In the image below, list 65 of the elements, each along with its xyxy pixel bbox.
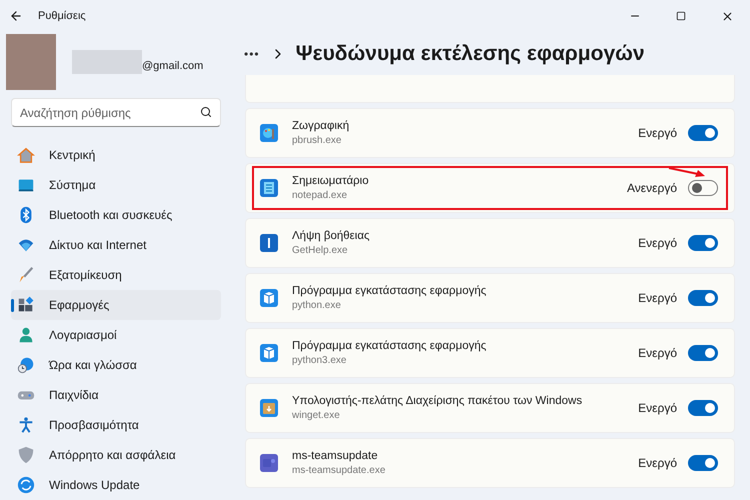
paintbrush-icon: [17, 266, 35, 284]
toggle-state-label: Ενεργό: [638, 125, 677, 142]
sidebar-item[interactable]: Προσβασιμότητα: [11, 410, 221, 440]
toggle-state-label: Ενεργό: [638, 455, 677, 472]
sidebar-item[interactable]: Σύστημα: [11, 170, 221, 200]
app-name: Σημειωματάριο: [292, 174, 369, 188]
house-icon: [17, 146, 35, 164]
toggle-switch[interactable]: [688, 345, 718, 361]
sidebar-item[interactable]: Ώρα και γλώσσα: [11, 350, 221, 380]
app-name: Πρόγραμμα εγκατάστασης εφαρμογής: [292, 284, 486, 298]
app-name: Πρόγραμμα εγκατάστασης εφαρμογής: [292, 338, 486, 354]
box-icon: [260, 399, 278, 417]
shield-icon: [17, 446, 35, 464]
person-icon: [17, 326, 35, 344]
sidebar-item[interactable]: Κεντρική: [11, 140, 221, 170]
globe-clock-icon: [17, 356, 35, 374]
exe-name: python.exe: [292, 298, 342, 312]
package-icon: [260, 289, 278, 307]
toggle-state-label: Ενεργό: [638, 345, 677, 362]
app-name: Λήψη βοήθειας: [292, 228, 370, 244]
search-field[interactable]: Αναζήτηση ρύθμισης: [11, 98, 221, 127]
app-name: ms-teamsupdate: [292, 448, 379, 464]
avatar-placeholder: [6, 34, 56, 90]
page-title: Ψευδώνυμα εκτέλεσης εφαρμογών: [296, 40, 645, 67]
maximize-icon: [676, 11, 686, 21]
sidebar-item[interactable]: Windows Update: [11, 470, 221, 500]
arrow-icon: [668, 166, 706, 178]
apps-icon: [17, 296, 35, 314]
search-icon: [200, 106, 212, 118]
window-title: Ρυθμίσεις: [38, 8, 86, 24]
toggle-switch[interactable]: [688, 180, 718, 196]
toggle-switch[interactable]: [688, 400, 718, 416]
exe-name: notepad.exe: [292, 188, 348, 202]
exe-name: winget.exe: [292, 408, 341, 422]
sidebar-item[interactable]: Απόρρητο και ασφάλεια: [11, 440, 221, 470]
toggle-state-label: Ανενεργό: [627, 180, 677, 197]
exe-name: python3.exe: [292, 354, 348, 368]
account-email: @gmail.com: [142, 59, 204, 74]
update-icon: [17, 476, 35, 494]
exe-name: ms-teamsupdate.exe: [292, 464, 386, 478]
close-icon: [720, 10, 734, 22]
sidebar-item[interactable]: Bluetooth και συσκευές: [11, 200, 221, 230]
sidebar-item[interactable]: Λογαριασμοί: [11, 320, 221, 350]
notepad-icon: [260, 179, 278, 197]
toggle-state-label: Ενεργό: [638, 400, 677, 417]
app-name: Υπολογιστής-πελάτης Διαχείρισης πακέτου των Windows: [292, 394, 582, 408]
palette-icon: [260, 124, 278, 142]
toggle-state-label: Ενεργό: [638, 290, 677, 307]
toggle-switch[interactable]: [688, 125, 718, 141]
accessibility-icon: [17, 416, 35, 434]
teams-icon: [260, 454, 278, 472]
sidebar-item[interactable]: Εξατομίκευση: [11, 260, 221, 290]
sidebar-item[interactable]: Δίκτυο και Internet: [11, 230, 221, 260]
sidebar-item[interactable]: Παιχνίδια: [11, 380, 221, 410]
sidebar-item[interactable]: Εφαρμογές: [11, 290, 221, 320]
package-icon: [260, 344, 278, 362]
breadcrumb-more-button[interactable]: •••: [244, 44, 260, 62]
blurred-name-placeholder: [72, 50, 142, 74]
toggle-state-label: Ενεργό: [638, 235, 677, 252]
toggle-switch[interactable]: [688, 455, 718, 471]
exe-name: pbrush.exe: [292, 134, 342, 148]
toggle-switch[interactable]: [688, 290, 718, 306]
exe-name: GetHelp.exe: [292, 244, 349, 258]
toggle-switch[interactable]: [688, 235, 718, 251]
app-name: Ζωγραφική: [292, 118, 350, 134]
